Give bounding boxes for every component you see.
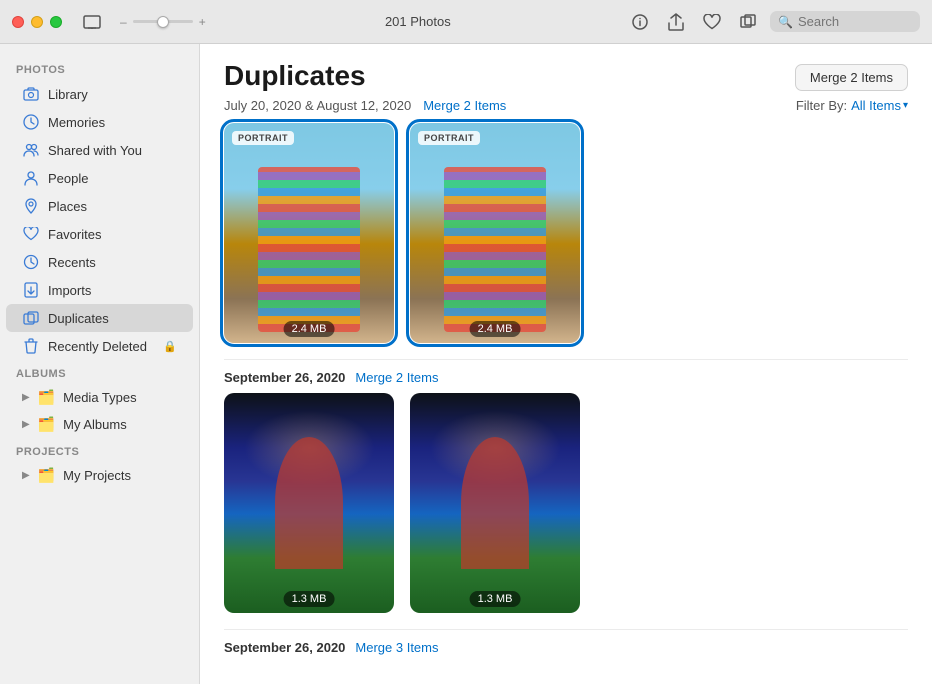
group3-date: September 26, 2020 bbox=[224, 640, 345, 655]
filter-row: Filter By: All Items ▾ bbox=[796, 98, 908, 113]
photo-size-2: 2.4 MB bbox=[470, 321, 521, 337]
group3-merge-link[interactable]: Merge 3 Items bbox=[355, 640, 438, 655]
photo-card-4[interactable]: 1.3 MB bbox=[410, 393, 580, 613]
traffic-lights bbox=[12, 16, 62, 28]
photo-group-2: September 26, 2020 Merge 2 Items 1.3 MB … bbox=[200, 359, 932, 629]
photo-group-1: PORTRAIT 2.4 MB PORTRAIT 2.4 MB bbox=[200, 123, 932, 359]
photo-card-2[interactable]: PORTRAIT 2.4 MB bbox=[410, 123, 580, 343]
media-types-label: Media Types bbox=[63, 390, 136, 405]
sidebar-item-imports[interactable]: Imports bbox=[6, 276, 193, 304]
sidebar-item-my-albums[interactable]: ▶ 🗂️ My Albums bbox=[6, 411, 193, 438]
library-label: Library bbox=[48, 87, 177, 102]
rotate-button[interactable] bbox=[734, 8, 762, 36]
sidebar-section-albums: Albums bbox=[0, 360, 199, 384]
recents-label: Recents bbox=[48, 255, 177, 270]
favorite-button[interactable] bbox=[698, 8, 726, 36]
portrait-badge-2: PORTRAIT bbox=[418, 131, 480, 145]
my-albums-label: My Albums bbox=[63, 417, 127, 432]
duplicates-label: Duplicates bbox=[48, 311, 177, 326]
memories-label: Memories bbox=[48, 115, 177, 130]
maximize-button[interactable] bbox=[50, 16, 62, 28]
favorites-icon bbox=[22, 225, 40, 243]
slideshow-button[interactable] bbox=[78, 11, 106, 33]
sidebar: Photos Library Memories Shared with You … bbox=[0, 44, 200, 684]
section-header-3: September 26, 2020 Merge 3 Items bbox=[224, 629, 908, 663]
photo-size-1: 2.4 MB bbox=[284, 321, 335, 337]
chevron-right-icon: ▶ bbox=[22, 392, 30, 403]
sidebar-item-people[interactable]: People bbox=[6, 164, 193, 192]
recently-deleted-label: Recently Deleted bbox=[48, 339, 155, 354]
titlebar: – + 201 Photos bbox=[0, 0, 932, 44]
sidebar-item-favorites[interactable]: Favorites bbox=[6, 220, 193, 248]
chevron-down-icon: ▾ bbox=[903, 100, 908, 111]
section-header-2: September 26, 2020 Merge 2 Items bbox=[224, 359, 908, 393]
content-area: Duplicates Merge 2 Items July 20, 2020 &… bbox=[200, 44, 932, 684]
library-icon bbox=[22, 85, 40, 103]
search-icon: 🔍 bbox=[778, 15, 793, 29]
page-title: Duplicates bbox=[224, 60, 366, 92]
photo-size-3: 1.3 MB bbox=[284, 591, 335, 607]
sidebar-section-projects: Projects bbox=[0, 438, 199, 462]
photo-size-4: 1.3 MB bbox=[470, 591, 521, 607]
memories-icon bbox=[22, 113, 40, 131]
main-layout: Photos Library Memories Shared with You … bbox=[0, 44, 932, 684]
shared-icon bbox=[22, 141, 40, 159]
sidebar-item-recents[interactable]: Recents bbox=[6, 248, 193, 276]
filter-dropdown[interactable]: All Items ▾ bbox=[851, 98, 908, 113]
chevron-right-icon-albums: ▶ bbox=[22, 419, 30, 430]
favorites-label: Favorites bbox=[48, 227, 177, 242]
titlebar-right-controls: 🔍 bbox=[626, 8, 920, 36]
sidebar-item-duplicates[interactable]: Duplicates bbox=[6, 304, 193, 332]
places-label: Places bbox=[48, 199, 177, 214]
group2-merge-link[interactable]: Merge 2 Items bbox=[355, 370, 438, 385]
sidebar-item-recently-deleted[interactable]: Recently Deleted 🔒 bbox=[6, 332, 193, 360]
duplicates-icon bbox=[22, 309, 40, 327]
sidebar-item-my-projects[interactable]: ▶ 🗂️ My Projects bbox=[6, 462, 193, 489]
sidebar-item-library[interactable]: Library bbox=[6, 80, 193, 108]
group1-merge-link[interactable]: Merge 2 Items bbox=[423, 98, 506, 113]
merge-header-button[interactable]: Merge 2 Items bbox=[795, 64, 908, 91]
people-icon bbox=[22, 169, 40, 187]
filter-label: Filter By: bbox=[796, 98, 847, 113]
group2-date: September 26, 2020 bbox=[224, 370, 345, 385]
portrait-badge-1: PORTRAIT bbox=[232, 131, 294, 145]
photo-group-3: September 26, 2020 Merge 3 Items bbox=[200, 629, 932, 679]
search-box[interactable]: 🔍 bbox=[770, 11, 920, 32]
sidebar-item-media-types[interactable]: ▶ 🗂️ Media Types bbox=[6, 384, 193, 411]
photo-count: 201 Photos bbox=[210, 14, 626, 29]
places-icon bbox=[22, 197, 40, 215]
zoom-slider[interactable]: – + bbox=[120, 15, 206, 29]
shared-with-you-label: Shared with You bbox=[48, 143, 177, 158]
photo-grid-1: PORTRAIT 2.4 MB PORTRAIT 2.4 MB bbox=[224, 123, 908, 343]
imports-label: Imports bbox=[48, 283, 177, 298]
sidebar-section-photos: Photos bbox=[0, 56, 199, 80]
lock-icon: 🔒 bbox=[163, 340, 177, 353]
group1-date: July 20, 2020 & August 12, 2020 bbox=[224, 98, 411, 113]
trash-icon bbox=[22, 337, 40, 355]
search-input[interactable] bbox=[798, 14, 912, 29]
photo-card-3[interactable]: 1.3 MB bbox=[224, 393, 394, 613]
chevron-right-icon-projects: ▶ bbox=[22, 470, 30, 481]
sidebar-item-places[interactable]: Places bbox=[6, 192, 193, 220]
content-header: Duplicates Merge 2 Items July 20, 2020 &… bbox=[200, 44, 932, 123]
recents-icon bbox=[22, 253, 40, 271]
photo-grid-2: 1.3 MB 1.3 MB bbox=[224, 393, 908, 613]
titlebar-left-controls: – + bbox=[78, 11, 210, 33]
sidebar-item-memories[interactable]: Memories bbox=[6, 108, 193, 136]
photo-card-1[interactable]: PORTRAIT 2.4 MB bbox=[224, 123, 394, 343]
info-button[interactable] bbox=[626, 8, 654, 36]
people-label: People bbox=[48, 171, 177, 186]
sidebar-item-shared-with-you[interactable]: Shared with You bbox=[6, 136, 193, 164]
minimize-button[interactable] bbox=[31, 16, 43, 28]
close-button[interactable] bbox=[12, 16, 24, 28]
my-projects-label: My Projects bbox=[63, 468, 131, 483]
imports-icon bbox=[22, 281, 40, 299]
share-button[interactable] bbox=[662, 8, 690, 36]
